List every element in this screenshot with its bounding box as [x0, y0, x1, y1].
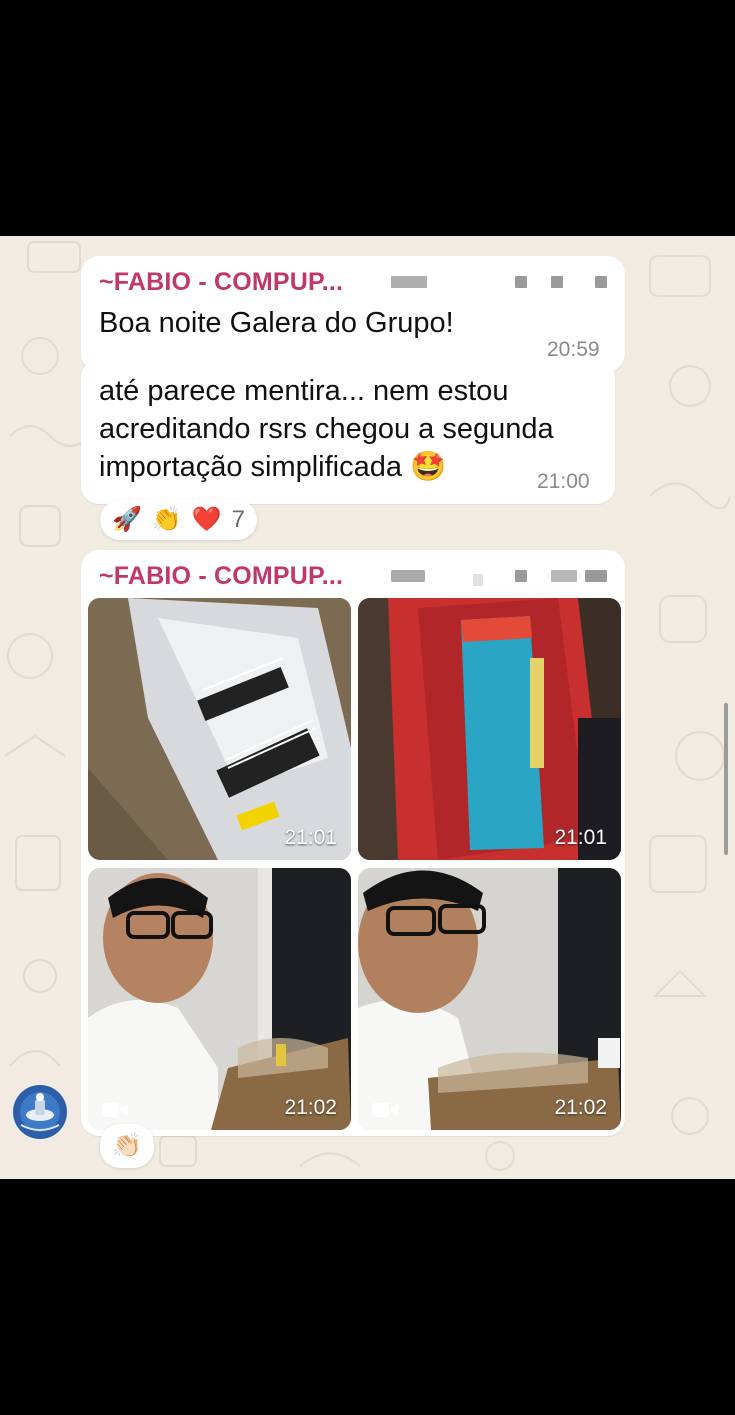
clapping-emoji: 👏🏻	[112, 1132, 142, 1159]
message-text: até parece mentira... nem estou acredita…	[99, 375, 554, 483]
message-time: 20:59	[547, 338, 600, 361]
heart-emoji: ❤️	[191, 506, 222, 533]
message-reactions[interactable]: 🚀 👏 ❤️ 7	[100, 500, 258, 540]
media-album-bubble[interactable]: ~FABIO - COMPUP... 21:01 21:01 21:02 21:…	[81, 550, 625, 1136]
message-text: Boa noite Galera do Grupo!	[99, 307, 454, 339]
clapping-emoji: 👏	[151, 506, 182, 533]
video-time: 21:02	[284, 1096, 337, 1119]
video-time: 21:02	[554, 1096, 607, 1119]
man-opening-package-video-frame	[88, 868, 351, 1130]
video-camera-icon	[372, 1103, 398, 1117]
chat-scrollbar[interactable]	[724, 703, 728, 855]
reaction-count: 7	[231, 506, 246, 533]
man-opening-package-video-frame	[358, 868, 621, 1130]
video-thumbnail[interactable]: 21:02	[358, 868, 621, 1130]
message-bubble[interactable]: até parece mentira... nem estou acredita…	[81, 360, 615, 504]
rocket-emoji: 🚀	[112, 506, 142, 533]
avatar-image	[13, 1085, 67, 1139]
photo-thumbnail[interactable]: 21:01	[358, 598, 621, 860]
message-time: 21:00	[537, 470, 590, 493]
message-bubble[interactable]: ~FABIO - COMPUP... Boa noite Galera do G…	[81, 256, 625, 372]
sender-name[interactable]: ~FABIO - COMPUP...	[99, 562, 343, 591]
video-thumbnail[interactable]: 21:02	[88, 868, 351, 1130]
sender-name[interactable]: ~FABIO - COMPUP...	[99, 268, 343, 297]
package-photo-image	[88, 598, 351, 860]
video-camera-icon	[102, 1103, 128, 1117]
sender-avatar[interactable]	[13, 1085, 67, 1139]
message-reactions[interactable]: 👏🏻	[100, 1124, 154, 1168]
photo-time: 21:01	[554, 826, 607, 849]
chat-area[interactable]: ~FABIO - COMPUP... Boa noite Galera do G…	[0, 236, 735, 1179]
graphics-card-photo-image	[358, 598, 621, 860]
photo-time: 21:01	[284, 826, 337, 849]
photo-thumbnail[interactable]: 21:01	[88, 598, 351, 860]
